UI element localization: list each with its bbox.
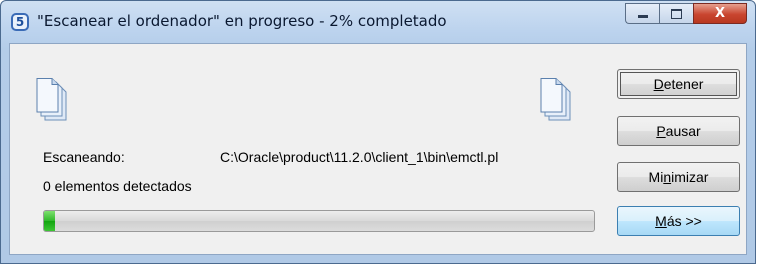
more-label-post: ás >> xyxy=(666,213,702,229)
minimize-label-accel: n xyxy=(663,169,672,185)
dialog-body: Escaneando: C:\Oracle\product\11.2.0\cli… xyxy=(9,43,747,255)
current-file-path: C:\Oracle\product\11.2.0\client_1\bin\em… xyxy=(220,149,499,165)
app-icon-glyph: 5 xyxy=(15,15,25,29)
source-document-stack-icon xyxy=(36,78,67,121)
minimize-label-post: imizar xyxy=(671,169,709,185)
title-bar[interactable]: 5 "Escanear el ordenador" en progreso - … xyxy=(1,1,755,43)
stop-button[interactable]: Detener xyxy=(617,69,740,99)
minimize-icon xyxy=(637,15,648,18)
pause-button[interactable]: Pausar xyxy=(617,116,740,146)
maximize-window-button[interactable] xyxy=(659,3,693,24)
stop-label-accel: D xyxy=(653,76,664,92)
scan-progress-window: 5 "Escanear el ordenador" en progreso - … xyxy=(0,0,756,264)
scan-progress-fill xyxy=(44,211,55,231)
more-label-accel: M xyxy=(655,213,667,229)
stop-label-post: etener xyxy=(663,76,704,92)
minimize-button[interactable]: Mi n imizar xyxy=(617,162,740,192)
close-icon: X xyxy=(714,6,726,21)
target-document-stack-icon xyxy=(540,78,571,121)
window-title: "Escanear el ordenador" en progreso - 2%… xyxy=(37,12,447,30)
pause-label-post: ausar xyxy=(665,123,701,139)
more-button[interactable]: Más >> xyxy=(617,206,740,236)
close-window-button[interactable]: X xyxy=(693,3,747,24)
maximize-icon xyxy=(671,8,682,19)
scan-progress-bar xyxy=(43,210,595,232)
detected-items-count: 0 elementos detectados xyxy=(43,178,192,194)
caption-buttons: X xyxy=(625,3,747,25)
minimize-window-button[interactable] xyxy=(625,3,659,24)
minimize-label-pre: Mi xyxy=(648,169,664,185)
scanning-label: Escaneando: xyxy=(43,149,125,165)
pause-label-accel: P xyxy=(656,123,666,139)
app-shield-icon[interactable]: 5 xyxy=(11,13,29,31)
